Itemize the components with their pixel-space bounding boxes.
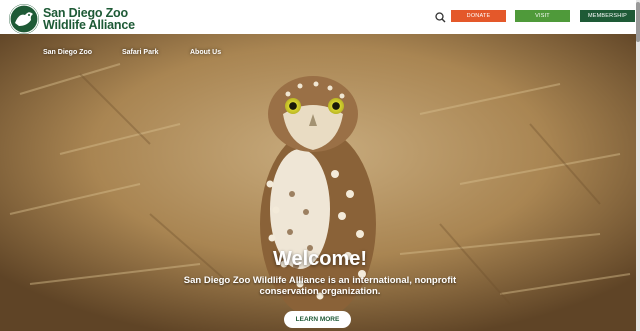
hero-title: Welcome! bbox=[272, 248, 368, 270]
site-header: San Diego Zoo Wildlife Alliance DONATE V… bbox=[0, 0, 640, 34]
page-scrollbar[interactable] bbox=[636, 0, 640, 331]
search-icon[interactable] bbox=[434, 11, 447, 24]
nav-san-diego-zoo[interactable]: San Diego Zoo bbox=[43, 49, 92, 56]
nav-about-us[interactable]: About Us bbox=[190, 49, 221, 56]
visit-button[interactable]: VISIT bbox=[515, 10, 570, 22]
logo-line-2: Wildlife Alliance bbox=[43, 18, 135, 32]
donate-button[interactable]: DONATE bbox=[451, 10, 506, 22]
logo-mark-icon bbox=[9, 4, 39, 34]
hero-tagline: San Diego Zoo Wildlife Alliance is an in… bbox=[183, 275, 457, 297]
scrollbar-thumb[interactable] bbox=[636, 2, 640, 42]
site-logo[interactable]: San Diego Zoo Wildlife Alliance bbox=[9, 4, 135, 34]
learn-more-button[interactable]: LEARN MORE bbox=[284, 311, 351, 328]
nav-safari-park[interactable]: Safari Park bbox=[122, 49, 159, 56]
logo-text: San Diego Zoo Wildlife Alliance bbox=[43, 7, 135, 32]
hero-section: San Diego Zoo Safari Park About Us Welco… bbox=[0, 34, 640, 331]
membership-button[interactable]: MEMBERSHIP bbox=[580, 10, 635, 22]
